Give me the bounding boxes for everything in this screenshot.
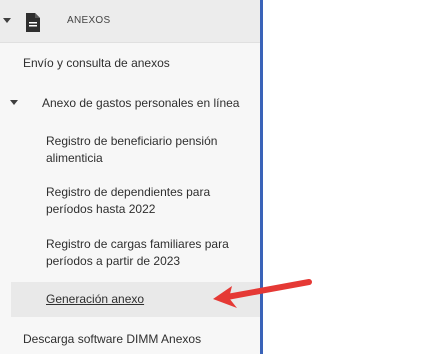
caret-down-icon[interactable] [3, 18, 11, 23]
section-title: ANEXOS [67, 15, 111, 26]
document-icon [26, 13, 40, 32]
menu-item-registro-cargas-familiares[interactable]: Registro de cargas familiares para perío… [46, 236, 241, 270]
menu-item-envio-consulta-anexos[interactable]: Envío y consulta de anexos [23, 55, 170, 72]
red-arrow-icon [213, 279, 312, 308]
menu-item-registro-dependientes[interactable]: Registro de dependientes para períodos h… [46, 184, 226, 218]
menu-item-registro-beneficiario[interactable]: Registro de beneficiario pensión aliment… [46, 133, 241, 167]
menu-item-descarga-software-dimm[interactable]: Descarga software DIMM Anexos [23, 331, 201, 348]
page: ANEXOS Envío y consulta de anexos Anexo … [0, 0, 429, 354]
section-header-anexos[interactable]: ANEXOS [0, 0, 260, 43]
caret-down-icon[interactable] [10, 100, 18, 105]
menu-item-generacion-anexo[interactable]: Generación anexo [46, 291, 144, 308]
menu-item-anexo-gastos-personales[interactable]: Anexo de gastos personales en línea [42, 95, 239, 112]
